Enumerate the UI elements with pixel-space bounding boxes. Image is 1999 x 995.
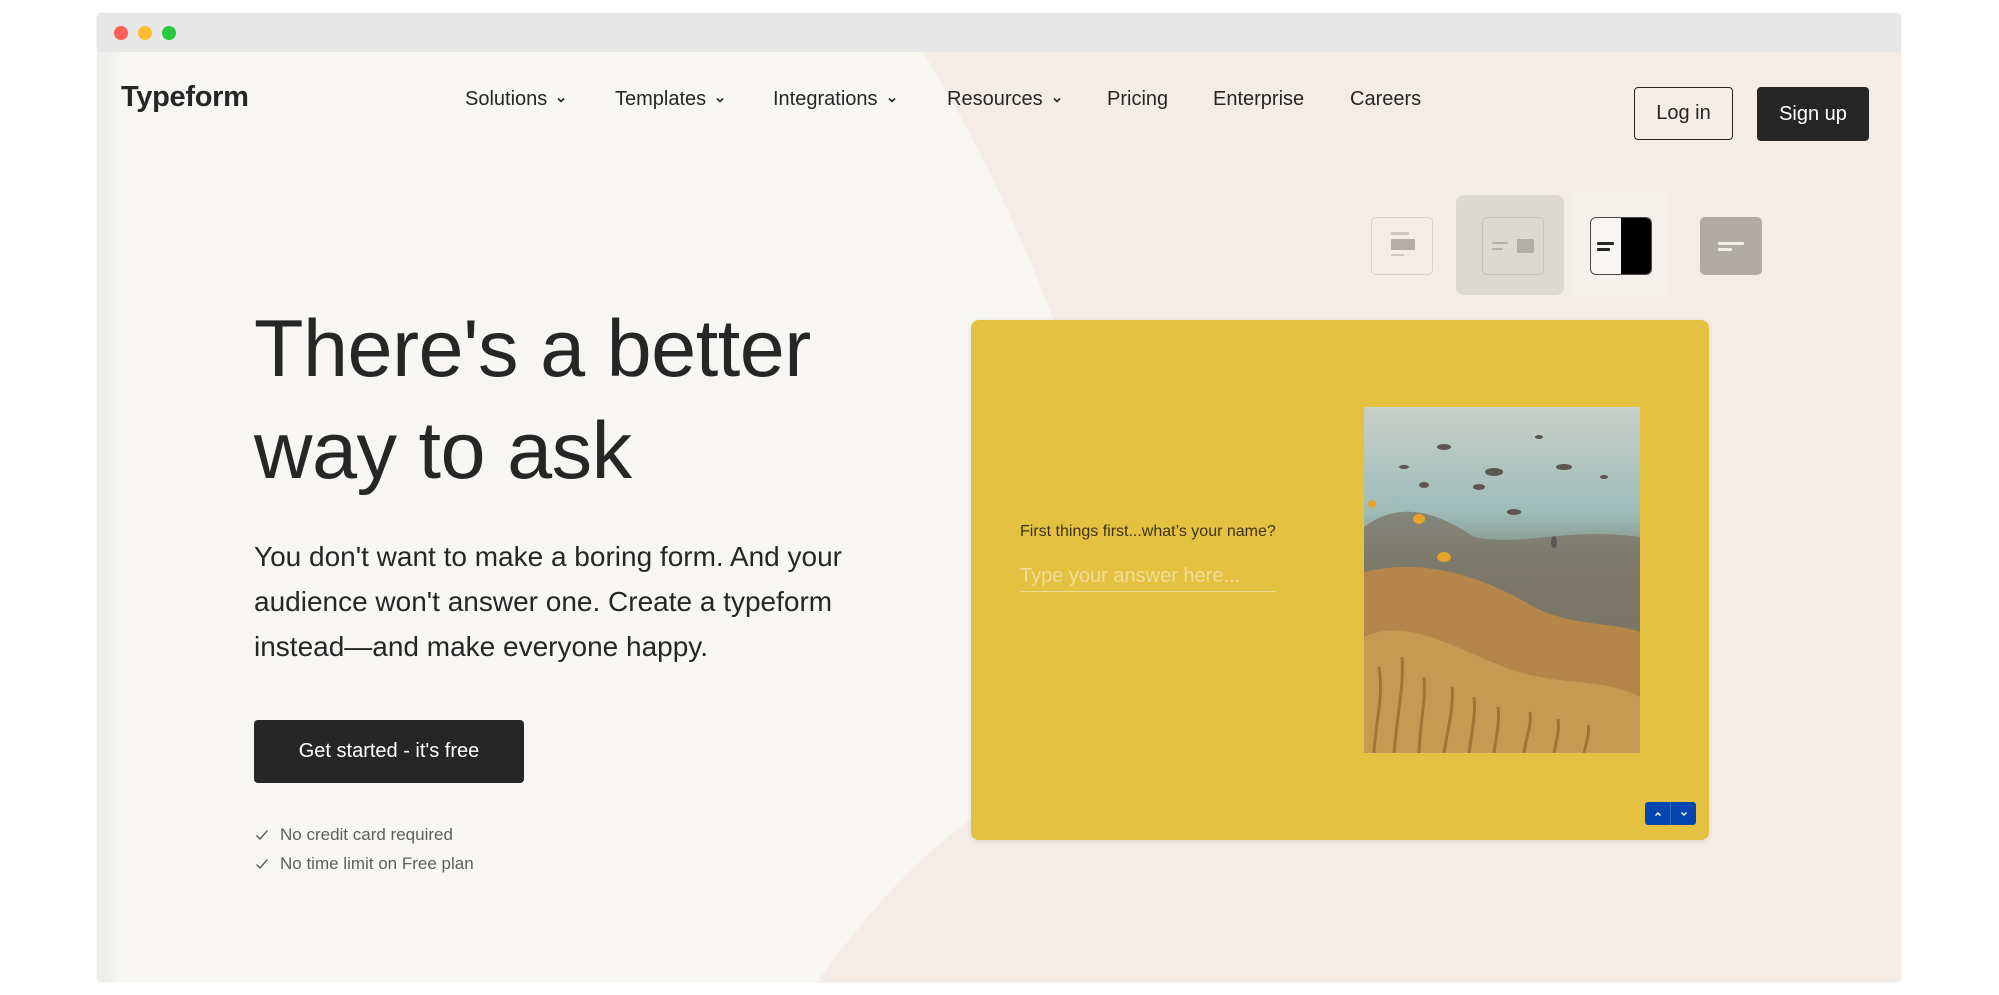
- nav-pricing-label: Pricing: [1107, 88, 1169, 110]
- form-preview-card: First things first...what’s your name?: [971, 320, 1709, 840]
- layout-option-split-dark[interactable]: [1590, 217, 1652, 275]
- layout-option-wallpaper[interactable]: [1700, 217, 1762, 275]
- layout-icon-line: [1492, 242, 1508, 244]
- top-navigation: Typeform Solutions Templates Integration…: [97, 52, 1901, 150]
- previous-question-button[interactable]: [1645, 802, 1670, 825]
- close-window-button[interactable]: [114, 26, 128, 40]
- layout-icon-line: [1718, 242, 1744, 245]
- nav-solutions-label: Solutions: [465, 88, 548, 110]
- signup-button[interactable]: Sign up: [1757, 87, 1869, 141]
- hero-title-line-2: way to ask: [254, 406, 632, 496]
- layout-icon-line: [1391, 254, 1404, 256]
- next-question-button[interactable]: [1670, 802, 1696, 825]
- page: Typeform Solutions Templates Integration…: [97, 52, 1901, 982]
- layout-icon-line: [1597, 242, 1614, 245]
- layout-icon-line: [1718, 248, 1732, 251]
- chevron-down-icon: [887, 97, 896, 103]
- answer-input[interactable]: [1020, 562, 1276, 592]
- layout-icon-block: [1391, 239, 1415, 250]
- hero-title: There's a better way to ask: [254, 298, 954, 502]
- nav-templates-label: Templates: [615, 88, 707, 110]
- nav-careers-label: Careers: [1350, 88, 1422, 110]
- hero-subtitle: You don't want to make a boring form. An…: [254, 541, 842, 662]
- benefit-label: No time limit on Free plan: [280, 853, 474, 873]
- chevron-down-icon: [557, 97, 565, 103]
- minimize-window-button[interactable]: [138, 26, 152, 40]
- form-question: First things first...what’s your name?: [1020, 523, 1276, 540]
- left-edge-shade: [97, 52, 123, 982]
- layout-icon-line: [1492, 248, 1503, 250]
- benefit-item: No credit card required: [254, 820, 474, 849]
- nav-integrations[interactable]: Integrations: [773, 88, 898, 111]
- benefit-label: No credit card required: [280, 824, 453, 844]
- nav-solutions[interactable]: Solutions: [465, 88, 567, 111]
- chevron-up-icon: [1654, 811, 1661, 816]
- maximize-window-button[interactable]: [162, 26, 176, 40]
- window-titlebar: [97, 13, 1901, 52]
- browser-window: Typeform Solutions Templates Integration…: [97, 13, 1901, 982]
- nav-pricing[interactable]: Pricing: [1107, 88, 1168, 111]
- nav-enterprise[interactable]: Enterprise: [1213, 88, 1304, 111]
- nav-templates[interactable]: Templates: [615, 88, 726, 111]
- coral-reef-image: [1364, 407, 1640, 753]
- layout-option-split-image[interactable]: [1482, 217, 1544, 275]
- hero-title-line-1: There's a better: [254, 304, 811, 394]
- question-navigation: [1645, 802, 1696, 825]
- get-started-button[interactable]: Get started - it's free: [254, 720, 524, 783]
- benefits-list: No credit card required No time limit on…: [254, 820, 474, 878]
- nav-careers[interactable]: Careers: [1350, 88, 1421, 111]
- benefit-item: No time limit on Free plan: [254, 849, 474, 878]
- check-icon: [256, 829, 269, 840]
- chevron-down-icon: [716, 97, 724, 103]
- layout-icon-line: [1597, 248, 1610, 251]
- nav-enterprise-label: Enterprise: [1213, 88, 1305, 110]
- check-icon: [256, 858, 269, 869]
- coral-reef-illustration: [1364, 407, 1640, 753]
- login-button[interactable]: Log in: [1634, 87, 1733, 140]
- nav-resources-label: Resources: [947, 88, 1043, 110]
- layout-icon-dark-panel: [1621, 218, 1651, 274]
- chevron-down-icon: [1053, 97, 1061, 103]
- layout-icon-line: [1391, 232, 1409, 235]
- typeform-logo[interactable]: Typeform: [121, 81, 249, 114]
- layout-option-stack[interactable]: [1371, 217, 1433, 275]
- nav-resources[interactable]: Resources: [947, 88, 1063, 111]
- chevron-down-icon: [1680, 811, 1687, 816]
- layout-icon-block: [1517, 239, 1534, 253]
- nav-integrations-label: Integrations: [773, 88, 878, 110]
